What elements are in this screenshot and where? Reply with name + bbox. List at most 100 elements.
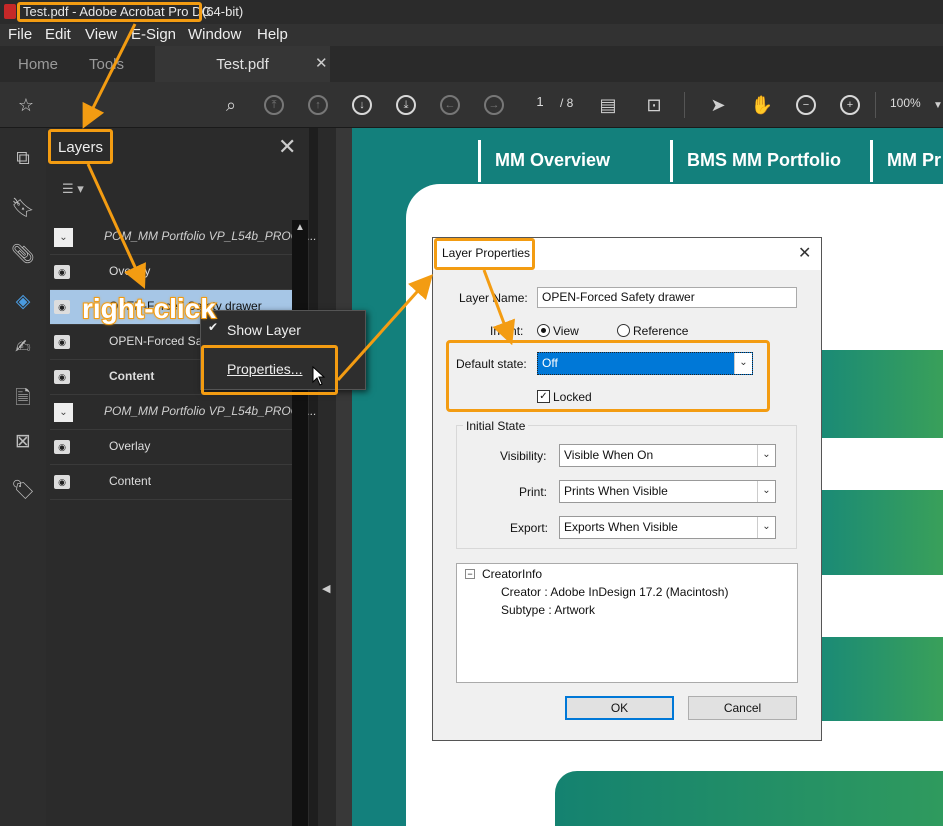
previous-page-icon[interactable]: ↑ xyxy=(306,94,330,116)
tab-close-icon[interactable]: ✕ xyxy=(315,54,328,72)
tab-document[interactable]: Test.pdf xyxy=(155,46,330,82)
find-binoculars-icon[interactable]: ⌕ xyxy=(219,94,243,116)
visibility-value: Visible When On xyxy=(564,448,654,462)
signature-icon[interactable]: ✍︎ xyxy=(11,336,35,360)
layer-name-field[interactable]: OPEN-Forced Safety drawer xyxy=(537,287,797,308)
collapse-panel-icon[interactable]: ◀ xyxy=(322,582,330,595)
title-highlight-box xyxy=(17,2,202,22)
dialog-close-icon[interactable]: ✕ xyxy=(798,243,811,263)
dropdown-arrow-icon[interactable]: ⌄ xyxy=(757,445,775,466)
creator-info-subtype: Subtype : Artwork xyxy=(501,603,596,617)
layer-row[interactable]: ◉ Overlay xyxy=(50,255,292,290)
menu-bar: File Edit View E-Sign Window Help xyxy=(0,24,943,46)
eye-icon[interactable]: ◉ xyxy=(54,440,70,454)
print-label: Print: xyxy=(519,485,548,499)
left-rail: ⧉ 🔖︎ 📎︎ ◈ ✍︎ 🗎 ⊠ 🏷︎ xyxy=(0,128,46,826)
layers-icon[interactable]: ◈ xyxy=(11,290,35,314)
first-page-icon[interactable]: ⤒ xyxy=(262,94,286,116)
document-icon[interactable]: 🗎 xyxy=(11,384,35,409)
menu-view[interactable]: View xyxy=(85,26,117,43)
creator-info-tree[interactable] xyxy=(456,563,798,683)
tag-icon[interactable]: 🏷︎ xyxy=(11,478,35,502)
doc-nav-item: BMS MM Portfolio xyxy=(670,140,877,182)
tab-home[interactable]: Home xyxy=(18,46,58,82)
initial-state-label: Initial State xyxy=(463,419,529,433)
tab-tools[interactable]: Tools xyxy=(89,46,124,82)
document-gutter xyxy=(336,128,352,826)
layer-row[interactable]: ⌄ POM_MM Portfolio VP_L54b_PROG1... xyxy=(50,220,317,255)
layer-row[interactable]: ⌄ POM_MM Portfolio VP_L54b_PROG1... xyxy=(50,395,317,430)
menu-edit[interactable]: Edit xyxy=(45,26,71,43)
hand-tool-icon[interactable]: ✋ xyxy=(750,94,774,116)
eye-icon[interactable]: ◉ xyxy=(54,370,70,384)
doc-nav-item: MM Overview xyxy=(478,140,670,182)
intent-view-radio[interactable] xyxy=(537,324,550,337)
scroll-up-icon[interactable]: ▲ xyxy=(295,222,305,233)
visibility-select[interactable]: Visible When On ⌄ xyxy=(559,444,776,467)
attachments-icon[interactable]: 📎︎ xyxy=(11,242,35,266)
expand-chevron-icon[interactable]: ⌄ xyxy=(54,403,73,422)
export-value: Exports When Visible xyxy=(564,520,678,534)
content-icon[interactable]: ⊠ xyxy=(11,430,35,454)
export-select[interactable]: Exports When Visible ⌄ xyxy=(559,516,776,539)
page-thumbnails-icon[interactable]: ⧉ xyxy=(11,148,35,172)
panel-close-icon[interactable]: ✕ xyxy=(278,134,296,160)
layer-row[interactable]: ◉ Content xyxy=(50,465,292,500)
default-state-highlight-box xyxy=(446,340,770,412)
cancel-button[interactable]: Cancel xyxy=(688,696,797,720)
visibility-label: Visibility: xyxy=(500,449,547,463)
dropdown-arrow-icon[interactable]: ⌄ xyxy=(757,481,775,502)
zoom-level[interactable]: 100% xyxy=(890,96,921,110)
bookmark-star-icon[interactable]: ☆ xyxy=(14,94,38,116)
panel-collapse-strip xyxy=(318,128,336,826)
doc-nav-item: MM Pr xyxy=(870,140,943,182)
select-arrow-icon[interactable]: ➤ xyxy=(706,94,730,116)
page-thumbnail-icon[interactable]: ▤ xyxy=(596,94,620,116)
page-footer-block xyxy=(555,771,943,826)
menu-esign[interactable]: E-Sign xyxy=(131,26,176,43)
zoom-out-icon[interactable]: − xyxy=(794,94,818,116)
eye-icon[interactable]: ◉ xyxy=(54,335,70,349)
page-number-input[interactable]: 1 xyxy=(525,94,555,114)
tree-collapse-icon[interactable]: − xyxy=(465,569,475,579)
page-total: / 8 xyxy=(560,96,574,110)
mouse-cursor-icon xyxy=(312,366,326,386)
next-view-icon[interactable]: → xyxy=(482,94,506,116)
expand-chevron-icon[interactable]: ⌄ xyxy=(54,228,73,247)
previous-view-icon[interactable]: ← xyxy=(438,94,462,116)
menu-help[interactable]: Help xyxy=(257,26,288,43)
bookmarks-icon[interactable]: 🔖︎ xyxy=(11,196,35,220)
eye-icon[interactable]: ◉ xyxy=(54,475,70,489)
creator-info-node: CreatorInfo xyxy=(482,567,543,581)
print-select[interactable]: Prints When Visible ⌄ xyxy=(559,480,776,503)
toolbar: ☆ ⌕ ⤒ ↑ ↓ ⤓ ← → ▤ ⊡ ➤ ✋ − + ▼ xyxy=(0,82,943,128)
tab-bar: Home Tools Test.pdf ✕ xyxy=(0,46,943,82)
ok-button[interactable]: OK xyxy=(565,696,674,720)
last-page-icon[interactable]: ⤓ xyxy=(394,94,418,116)
layers-options-icon[interactable]: ☰ ▾ xyxy=(62,181,96,201)
dropdown-arrow-icon[interactable]: ⌄ xyxy=(757,517,775,538)
layer-name-label: Layer Name: xyxy=(459,291,528,305)
intent-reference-radio[interactable] xyxy=(617,324,630,337)
intent-label: Intent: xyxy=(490,324,524,338)
page-graphic-bar xyxy=(820,350,943,438)
eye-icon[interactable]: ◉ xyxy=(54,300,70,314)
zoom-dropdown-icon[interactable]: ▼ xyxy=(926,94,943,116)
acrobat-logo-icon xyxy=(4,4,16,19)
fit-page-icon[interactable]: ⊡ xyxy=(642,94,666,116)
zoom-in-icon[interactable]: + xyxy=(838,94,862,116)
intent-reference-label: Reference xyxy=(633,324,689,338)
menu-file[interactable]: File xyxy=(8,26,32,43)
export-label: Export: xyxy=(510,521,549,535)
next-page-icon[interactable]: ↓ xyxy=(350,94,374,116)
menu-item-show-layer[interactable]: Show Layer xyxy=(227,322,301,338)
layer-row[interactable]: ◉ Overlay xyxy=(50,430,292,465)
creator-info-creator: Creator : Adobe InDesign 17.2 (Macintosh… xyxy=(501,585,729,599)
eye-icon[interactable]: ◉ xyxy=(54,265,70,279)
right-click-annotation: right-click xyxy=(81,292,217,325)
window-title-suffix: (64-bit) xyxy=(202,4,244,19)
page-graphic-bar xyxy=(820,490,943,575)
page-graphic-bar xyxy=(820,637,943,721)
menu-window[interactable]: Window xyxy=(188,26,241,43)
intent-view-label: View xyxy=(553,324,579,338)
